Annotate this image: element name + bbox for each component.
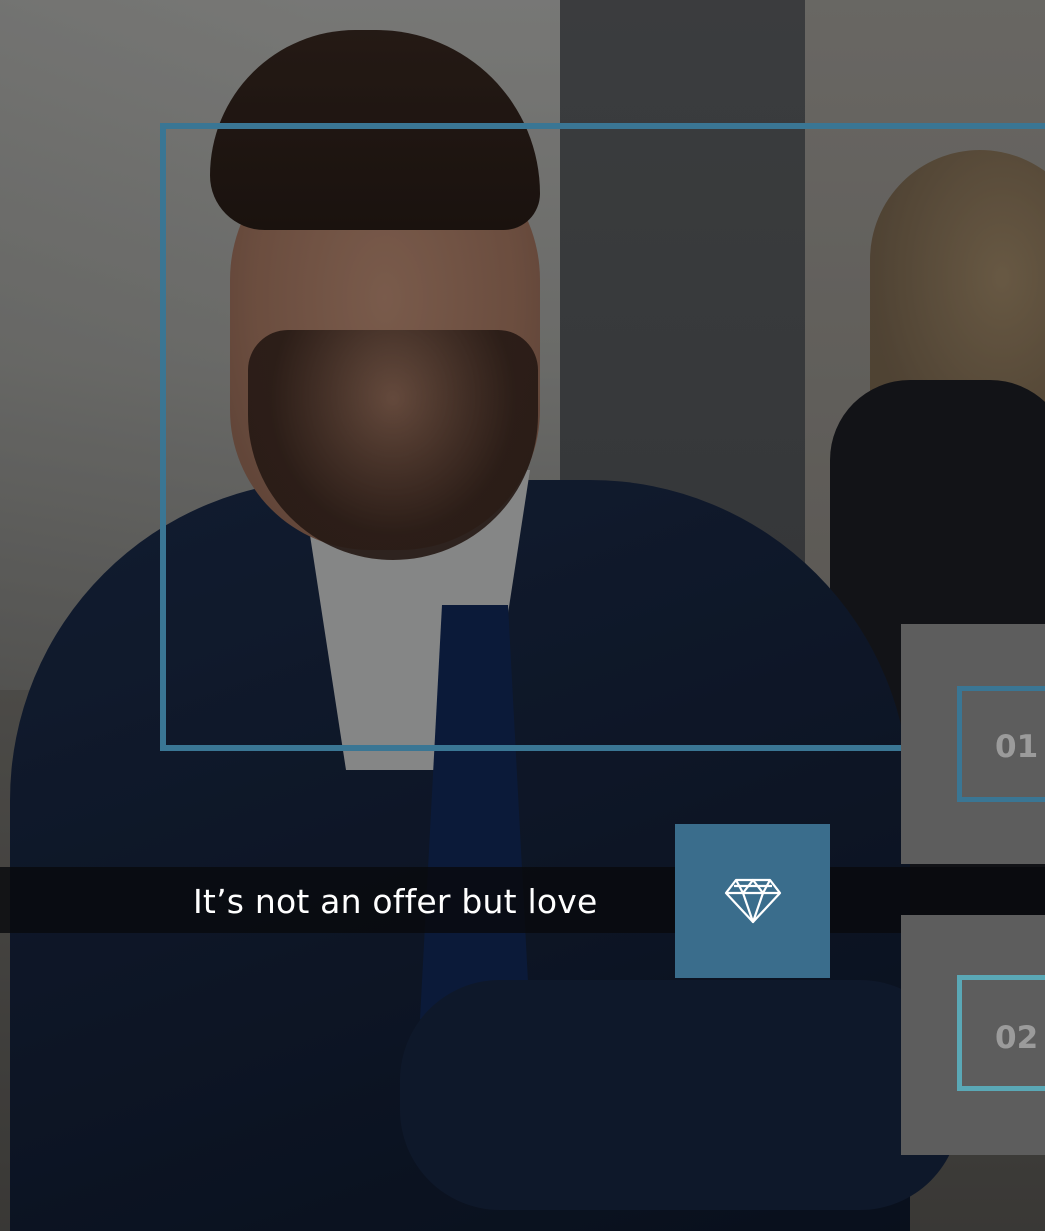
- slide: It’s not an offer but love 01 02: [0, 0, 1045, 1231]
- diamond-badge: [675, 824, 830, 978]
- card-number: 01: [995, 729, 1039, 765]
- diamond-icon: [724, 878, 781, 924]
- caption-text: It’s not an offer but love: [193, 882, 598, 921]
- numbered-card-1: 01: [901, 624, 1045, 864]
- card-number: 02: [995, 1020, 1039, 1056]
- numbered-card-2: 02: [901, 915, 1045, 1155]
